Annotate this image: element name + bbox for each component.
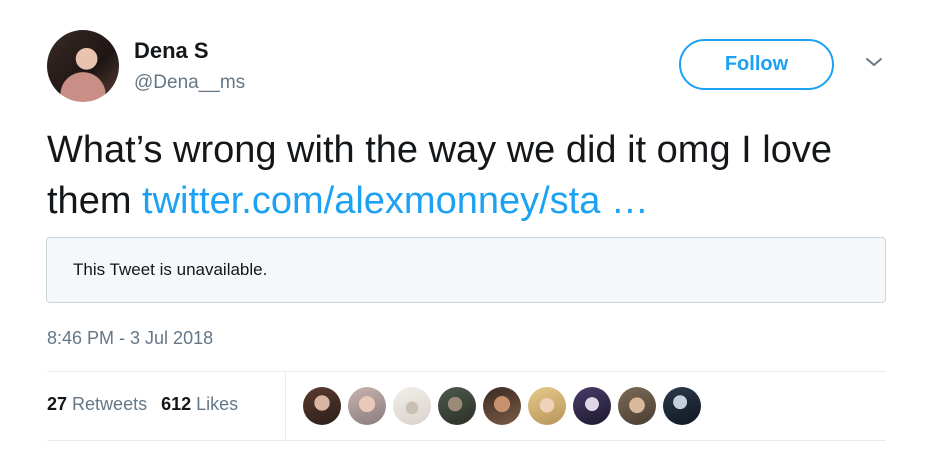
user-display-name[interactable]: Dena S xyxy=(134,38,209,64)
liker-avatar[interactable] xyxy=(393,387,431,425)
liker-avatar[interactable] xyxy=(483,387,521,425)
tweet-link[interactable]: twitter.com/alexmonney/sta … xyxy=(142,180,649,222)
divider-bottom xyxy=(47,440,886,441)
retweets-label: Retweets xyxy=(72,394,148,414)
likes-stat[interactable]: 612 Likes xyxy=(161,394,238,415)
liker-avatar[interactable] xyxy=(663,387,701,425)
retweets-stat[interactable]: 27 Retweets xyxy=(47,394,147,415)
liker-avatars xyxy=(303,387,701,425)
user-handle[interactable]: @Dena__ms xyxy=(134,72,245,94)
tweet-text: What’s wrong with the way we did it omg … xyxy=(47,125,887,227)
divider-top xyxy=(47,371,886,372)
chevron-down-icon[interactable] xyxy=(864,55,884,69)
tweet-timestamp[interactable]: 8:46 PM - 3 Jul 2018 xyxy=(47,328,213,349)
tweet-stats: 27 Retweets 612 Likes xyxy=(47,394,238,415)
quoted-tweet-unavailable-text: This Tweet is unavailable. xyxy=(73,260,268,279)
liker-avatar[interactable] xyxy=(348,387,386,425)
liker-avatar[interactable] xyxy=(573,387,611,425)
quoted-tweet-card[interactable]: This Tweet is unavailable. xyxy=(46,237,886,303)
user-avatar[interactable] xyxy=(47,30,119,102)
liker-avatar[interactable] xyxy=(438,387,476,425)
likes-count: 612 xyxy=(161,394,192,414)
liker-avatar[interactable] xyxy=(303,387,341,425)
retweets-count: 27 xyxy=(47,394,68,414)
likes-label: Likes xyxy=(196,394,239,414)
liker-avatar[interactable] xyxy=(618,387,656,425)
follow-button[interactable]: Follow xyxy=(679,39,834,90)
liker-avatar[interactable] xyxy=(528,387,566,425)
stats-divider xyxy=(285,372,286,440)
